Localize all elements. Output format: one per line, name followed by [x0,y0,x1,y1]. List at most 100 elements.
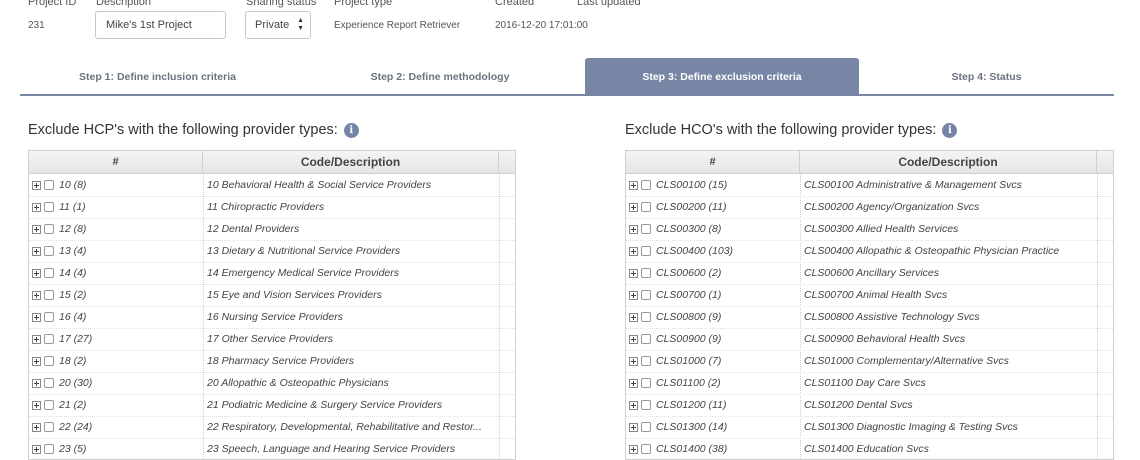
hco-title-text: Exclude HCO's with the following provide… [625,122,937,138]
plus-box-icon[interactable] [32,202,41,212]
table-row[interactable]: CLS00600 (2) CLS00600 Ancillary Services [626,262,1113,285]
table-row[interactable]: CLS00900 (9) CLS00900 Behavioral Health S… [626,328,1113,351]
table-row[interactable]: 22 (24) 22 Respiratory, Developmental, Re… [29,416,515,439]
hcp-col-code[interactable]: # [29,151,203,173]
table-row[interactable]: CLS01000 (7) CLS01000 Complementary/Alter… [626,350,1113,373]
tab-step-2[interactable]: Step 2: Define methodology [295,58,585,96]
table-row[interactable]: 14 (4) 14 Emergency Medical Service Provi… [29,262,515,285]
table-row[interactable]: CLS00300 (8) CLS00300 Allied Health Servi… [626,218,1113,241]
row-checkbox[interactable] [641,246,651,256]
row-checkbox[interactable] [641,356,651,366]
updown-arrows-icon: ▲ ▼ [297,17,304,32]
plus-box-icon[interactable] [32,268,41,278]
plus-box-icon[interactable] [32,334,41,344]
table-row[interactable]: 10 (8) 10 Behavioral Health & Social Serv… [29,174,515,197]
plus-box-icon[interactable] [629,400,638,410]
plus-box-icon[interactable] [629,290,638,300]
plus-box-icon[interactable] [629,356,638,366]
row-checkbox[interactable] [641,378,651,388]
plus-box-icon[interactable] [32,378,41,388]
code-cell: 10 (8) [29,174,203,196]
code-text: CLS01100 (2) [656,377,721,389]
row-checkbox[interactable] [44,422,54,432]
info-icon[interactable]: i [942,122,958,138]
table-row[interactable]: CLS01200 (11) CLS01200 Dental Svcs [626,394,1113,417]
table-row[interactable]: CLS00400 (103) CLS00400 Allopathic & Oste… [626,240,1113,263]
code-text: CLS00100 (15) [656,179,728,191]
table-row[interactable]: 20 (30) 20 Allopathic & Osteopathic Physi… [29,372,515,395]
plus-box-icon[interactable] [32,290,41,300]
row-checkbox[interactable] [641,400,651,410]
table-row[interactable]: CLS01100 (2) CLS01100 Day Care Svcs [626,372,1113,395]
plus-box-icon[interactable] [629,246,638,256]
plus-box-icon[interactable] [32,356,41,366]
row-checkbox[interactable] [641,312,651,322]
table-row[interactable]: CLS00700 (1) CLS00700 Animal Health Svcs [626,284,1113,307]
table-row[interactable]: 17 (27) 17 Other Service Providers [29,328,515,351]
plus-box-icon[interactable] [32,312,41,322]
hco-col-code[interactable]: # [626,151,800,173]
row-checkbox[interactable] [44,268,54,278]
table-row[interactable]: CLS01300 (14) CLS01300 Diagnostic Imaging… [626,416,1113,439]
plus-box-icon[interactable] [629,224,638,234]
tab-step-1[interactable]: Step 1: Define inclusion criteria [20,58,295,96]
row-checkbox[interactable] [44,202,54,212]
plus-box-icon[interactable] [32,246,41,256]
code-text: 17 (27) [59,333,93,345]
plus-box-icon[interactable] [629,202,638,212]
plus-box-icon[interactable] [629,180,638,190]
plus-box-icon[interactable] [629,422,638,432]
row-checkbox[interactable] [44,334,54,344]
plus-box-icon[interactable] [32,422,41,432]
plus-box-icon[interactable] [629,378,638,388]
row-checkbox[interactable] [641,180,651,190]
row-checkbox[interactable] [44,312,54,322]
row-checkbox[interactable] [641,202,651,212]
plus-box-icon[interactable] [32,444,41,454]
hcp-col-desc[interactable]: Code/Description [203,151,499,173]
table-row[interactable]: 15 (2) 15 Eye and Vision Services Provide… [29,284,515,307]
row-checkbox[interactable] [44,378,54,388]
hco-col-desc[interactable]: Code/Description [800,151,1097,173]
plus-box-icon[interactable] [32,180,41,190]
row-checkbox[interactable] [641,224,651,234]
description-input[interactable] [95,11,226,39]
table-row[interactable]: 16 (4) 16 Nursing Service Providers [29,306,515,329]
table-row[interactable]: CLS00200 (11) CLS00200 Agency/Organizatio… [626,196,1113,219]
plus-box-icon[interactable] [32,224,41,234]
description-cell: 20 Allopathic & Osteopathic Physicians [207,377,389,389]
code-text: 11 (1) [59,201,86,213]
plus-box-icon[interactable] [629,334,638,344]
table-row[interactable]: CLS01400 (38) CLS01400 Education Svcs [626,438,1113,459]
plus-box-icon[interactable] [629,444,638,454]
table-row[interactable]: CLS00100 (15) CLS00100 Administrative & M… [626,174,1113,197]
plus-box-icon[interactable] [629,268,638,278]
plus-box-icon[interactable] [629,312,638,322]
info-icon[interactable]: i [343,122,359,138]
tab-step-3[interactable]: Step 3: Define exclusion criteria [585,58,859,96]
row-checkbox[interactable] [44,444,54,454]
table-row[interactable]: 23 (5) 23 Speech, Language and Hearing Se… [29,438,515,459]
table-row[interactable]: 13 (4) 13 Dietary & Nutritional Service P… [29,240,515,263]
row-checkbox[interactable] [641,444,651,454]
row-checkbox[interactable] [641,290,651,300]
sharing-status-select[interactable]: Private ▲ ▼ [245,11,311,39]
row-checkbox[interactable] [44,290,54,300]
row-checkbox[interactable] [641,422,651,432]
table-row[interactable]: 21 (2) 21 Podiatric Medicine & Surgery Se… [29,394,515,417]
table-row[interactable]: 11 (1) 11 Chiropractic Providers [29,196,515,219]
row-checkbox[interactable] [44,224,54,234]
row-checkbox[interactable] [641,334,651,344]
table-row[interactable]: 12 (8) 12 Dental Providers [29,218,515,241]
row-checkbox[interactable] [44,356,54,366]
table-row[interactable]: CLS00800 (9) CLS00800 Assistive Technolog… [626,306,1113,329]
tab-step-4[interactable]: Step 4: Status [859,58,1114,96]
code-text: CLS00700 (1) [656,289,722,301]
row-checkbox[interactable] [641,268,651,278]
table-row[interactable]: 18 (2) 18 Pharmacy Service Providers [29,350,515,373]
row-checkbox[interactable] [44,246,54,256]
row-checkbox[interactable] [44,180,54,190]
description-cell: CLS00600 Ancillary Services [804,267,940,279]
plus-box-icon[interactable] [32,400,41,410]
row-checkbox[interactable] [44,400,54,410]
